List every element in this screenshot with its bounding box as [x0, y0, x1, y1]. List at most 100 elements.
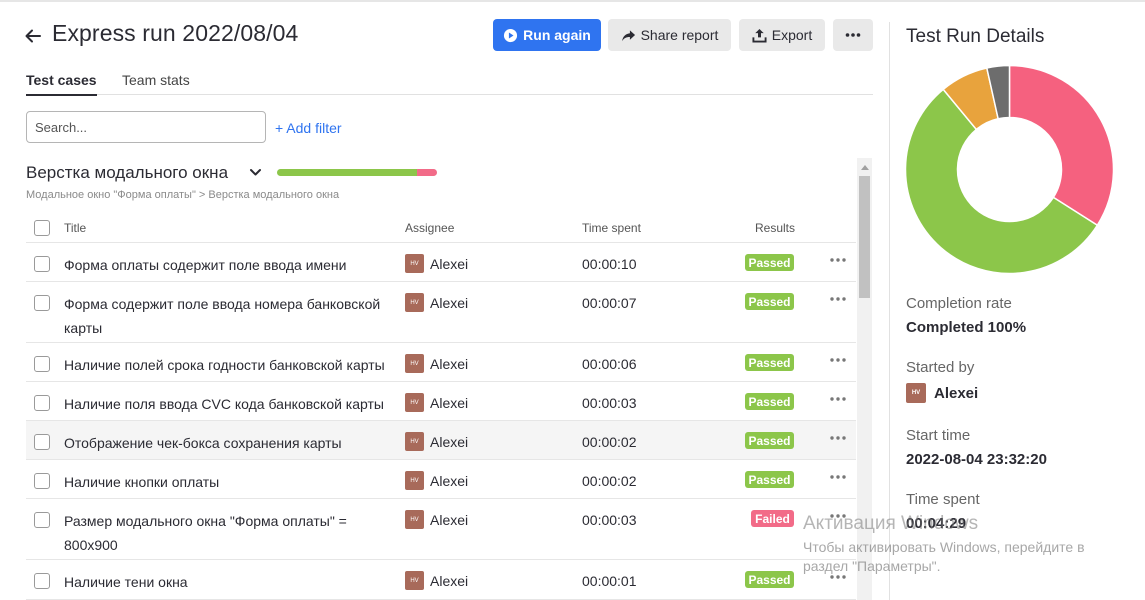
avatar: HV: [405, 393, 424, 412]
search-input[interactable]: [26, 111, 266, 143]
test-case-title[interactable]: Наличие кнопки оплаты: [64, 470, 394, 494]
export-label: Export: [771, 27, 813, 43]
row-checkbox[interactable]: [34, 295, 50, 311]
started-by-label: Started by: [906, 359, 975, 376]
row-more-icon[interactable]: [829, 434, 847, 442]
share-arrow-icon: [621, 29, 635, 41]
tab-team-stats[interactable]: Team stats: [122, 72, 190, 94]
share-report-label: Share report: [640, 27, 719, 43]
row-checkbox[interactable]: [34, 395, 50, 411]
time-spent: 00:00:03: [582, 512, 637, 528]
avatar: HV: [405, 254, 424, 273]
time-spent: 00:00:02: [582, 473, 637, 489]
avatar: HV: [405, 510, 424, 529]
upload-icon: [752, 28, 767, 43]
more-options-button[interactable]: [833, 19, 873, 51]
completion-rate-value: Completed 100%: [906, 319, 1027, 336]
time-spent: 00:00:06: [582, 356, 637, 372]
assignee: HV Alexei: [405, 393, 468, 412]
assignee: HV Alexei: [405, 432, 468, 451]
row-checkbox[interactable]: [34, 512, 50, 528]
chevron-down-icon[interactable]: [249, 166, 262, 179]
test-case-title[interactable]: Отображение чек-бокса сохранения карты: [64, 431, 394, 455]
row-checkbox[interactable]: [34, 473, 50, 489]
test-case-title[interactable]: Форма содержит поле ввода номера банковс…: [64, 292, 394, 340]
table-row[interactable]: Отображение чек-бокса сохранения карты HV…: [26, 421, 856, 460]
scroll-up-arrow-icon[interactable]: [857, 160, 872, 174]
tab-bar: Test cases Team stats: [26, 66, 873, 96]
row-more-icon[interactable]: [829, 256, 847, 264]
avatar: HV: [405, 293, 424, 312]
result-badge: Passed: [745, 254, 794, 271]
row-checkbox[interactable]: [34, 434, 50, 450]
progress-failed-segment: [417, 169, 437, 176]
export-button[interactable]: Export: [739, 19, 825, 51]
result-badge: Passed: [745, 571, 794, 588]
table-row[interactable]: Наличие полей срока годности банковской …: [26, 343, 856, 382]
row-checkbox[interactable]: [34, 356, 50, 372]
test-case-title[interactable]: Наличие полей срока годности банковской …: [64, 353, 394, 377]
avatar: HV: [906, 383, 926, 403]
donut-slice-failed: [1008, 65, 1114, 227]
windows-activation-title: Активация Windows: [803, 513, 979, 534]
table-header: Title Assignee Time spent Results: [26, 213, 856, 243]
table-row[interactable]: Форма содержит поле ввода номера банковс…: [26, 282, 856, 343]
result-badge: Failed: [751, 510, 794, 527]
table-row[interactable]: Форма оплаты содержит поле ввода имени HV…: [26, 243, 856, 282]
details-title: Test Run Details: [906, 26, 1045, 47]
assignee-name: Alexei: [430, 572, 469, 589]
section-progress-bar: [277, 169, 437, 176]
select-all-checkbox[interactable]: [34, 220, 50, 236]
row-checkbox[interactable]: [34, 256, 50, 272]
add-filter-link[interactable]: + Add filter: [275, 120, 342, 136]
assignee: HV Alexei: [405, 354, 468, 373]
column-time-spent: Time spent: [582, 221, 641, 235]
assignee-name: Alexei: [430, 355, 469, 372]
row-more-icon[interactable]: [829, 473, 847, 481]
result-badge: Passed: [745, 293, 794, 310]
assignee: HV Alexei: [405, 254, 468, 273]
started-by-name: Alexei: [934, 384, 979, 402]
result-badge: Passed: [745, 354, 794, 371]
column-results: Results: [755, 221, 796, 235]
start-time-value: 2022-08-04 23:32:20: [906, 451, 1047, 468]
section-title[interactable]: Верстка модального окна: [26, 163, 228, 183]
table-row[interactable]: Наличие кнопки оплаты HV Alexei 00:00:02 Pas…: [26, 460, 856, 499]
avatar: HV: [405, 354, 424, 373]
test-case-title[interactable]: Форма оплаты содержит поле ввода имени: [64, 253, 394, 277]
assignee: HV Alexei: [405, 471, 468, 490]
breadcrumb: Модальное окно "Форма оплаты" > Верстка …: [26, 189, 340, 201]
back-arrow-icon[interactable]: [24, 27, 42, 45]
result-badge: Passed: [745, 432, 794, 449]
assignee: HV Alexei: [405, 571, 468, 590]
result-badge: Passed: [745, 471, 794, 488]
started-by-user: HV Alexei: [906, 383, 978, 403]
test-case-title[interactable]: Размер модального окна "Форма оплаты" = …: [64, 509, 394, 557]
row-checkbox[interactable]: [34, 573, 50, 589]
time-spent: 00:00:07: [582, 295, 637, 311]
more-dots-icon: [845, 33, 861, 37]
completion-rate-label: Completion rate: [906, 295, 1012, 312]
start-time-label: Start time: [906, 427, 971, 444]
table-row[interactable]: Наличие тени окна HV Alexei 00:00:01 Passed: [26, 560, 856, 600]
row-more-icon[interactable]: [829, 395, 847, 403]
share-report-button[interactable]: Share report: [608, 19, 731, 51]
table-row[interactable]: Наличие поля ввода CVC кода банковской к…: [26, 382, 856, 421]
table-row[interactable]: Размер модального окна "Форма оплаты" = …: [26, 499, 856, 560]
avatar: HV: [405, 471, 424, 490]
time-spent: 00:00:02: [582, 434, 637, 450]
test-case-title[interactable]: Наличие тени окна: [64, 570, 394, 594]
result-badge: Passed: [745, 393, 794, 410]
avatar: HV: [405, 571, 424, 590]
avatar: HV: [405, 432, 424, 451]
window-top-edge: [0, 0, 1145, 2]
row-more-icon[interactable]: [829, 295, 847, 303]
scrollbar-thumb[interactable]: [859, 176, 870, 298]
assignee: HV Alexei: [405, 293, 468, 312]
test-case-title[interactable]: Наличие поля ввода CVC кода банковской к…: [64, 392, 394, 416]
progress-passed-segment: [277, 169, 417, 176]
run-again-button[interactable]: Run again: [493, 19, 601, 51]
row-more-icon[interactable]: [829, 356, 847, 364]
time-spent: 00:00:10: [582, 256, 637, 272]
tab-test-cases[interactable]: Test cases: [26, 72, 97, 96]
